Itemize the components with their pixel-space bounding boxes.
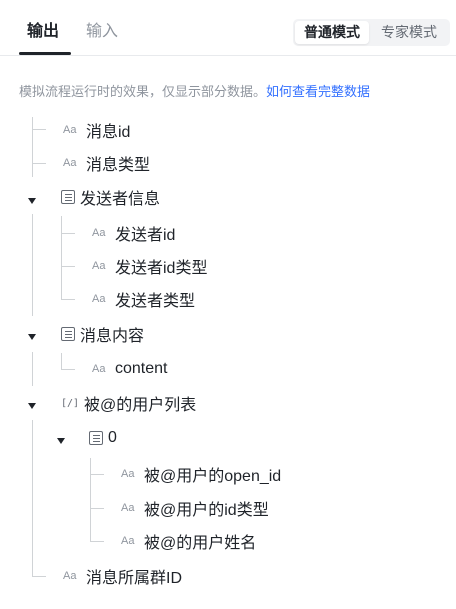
tree-node-open-id[interactable]: Aa 被@用户的open_id: [121, 459, 281, 489]
tree-connector: [90, 474, 104, 475]
caret-down-icon[interactable]: [28, 403, 36, 409]
tree-node-sender-info[interactable]: 发送者信息: [61, 182, 160, 212]
tree-connector: [90, 508, 104, 509]
tree-node-mentioned-users[interactable]: [/] 被@的用户列表: [61, 388, 196, 418]
tree-connector: [61, 299, 75, 300]
text-type-icon: Aa: [63, 157, 77, 169]
array-type-icon: [/]: [61, 397, 80, 409]
tree-connector: [61, 233, 75, 234]
tree-node-content[interactable]: Aa content: [92, 354, 167, 384]
tree-node-sender-id-type[interactable]: Aa 发送者id类型: [92, 251, 207, 281]
text-type-icon: Aa: [121, 535, 135, 547]
tree-node-chat-id[interactable]: Aa 消息所属群ID: [63, 561, 182, 591]
tree-node-user-name[interactable]: Aa 被@的用户姓名: [121, 526, 256, 556]
tree-node-id-type[interactable]: Aa 被@用户的id类型: [121, 493, 269, 523]
output-field-tree: Aa 消息id Aa 消息类型 发送者信息 Aa 发送者id Aa 发送者id类…: [0, 0, 456, 609]
tree-connector: [32, 576, 46, 577]
tree-connector: [32, 163, 46, 164]
tree-node-message-content[interactable]: 消息内容: [61, 319, 144, 349]
tree-connector: [61, 369, 75, 370]
tree-connector: [32, 129, 46, 130]
caret-down-icon[interactable]: [28, 198, 36, 204]
tree-connector: [61, 216, 62, 300]
caret-down-icon[interactable]: [28, 334, 36, 340]
tree-node-sender-id[interactable]: Aa 发送者id: [92, 218, 175, 248]
tree-node-item-0[interactable]: 0: [89, 423, 117, 453]
tree-connector: [32, 352, 33, 386]
tree-connector: [61, 266, 75, 267]
text-type-icon: Aa: [92, 227, 106, 239]
text-type-icon: Aa: [92, 293, 106, 305]
text-type-icon: Aa: [92, 363, 106, 375]
tree-node-message-type[interactable]: Aa 消息类型: [63, 148, 150, 178]
tree-connector: [90, 541, 104, 542]
object-type-icon: [61, 190, 75, 204]
tree-connector: [61, 353, 62, 369]
text-type-icon: Aa: [63, 570, 77, 582]
object-type-icon: [61, 327, 75, 341]
text-type-icon: Aa: [121, 502, 135, 514]
tree-connector: [32, 214, 33, 316]
tree-connector: [90, 458, 91, 542]
tree-connector: [32, 420, 33, 577]
tree-connector: [32, 117, 33, 177]
text-type-icon: Aa: [121, 468, 135, 480]
caret-down-icon[interactable]: [57, 438, 65, 444]
tree-node-message-id[interactable]: Aa 消息id: [63, 115, 130, 145]
text-type-icon: Aa: [92, 260, 106, 272]
text-type-icon: Aa: [63, 124, 77, 136]
object-type-icon: [89, 431, 103, 445]
tree-node-sender-type[interactable]: Aa 发送者类型: [92, 284, 195, 314]
